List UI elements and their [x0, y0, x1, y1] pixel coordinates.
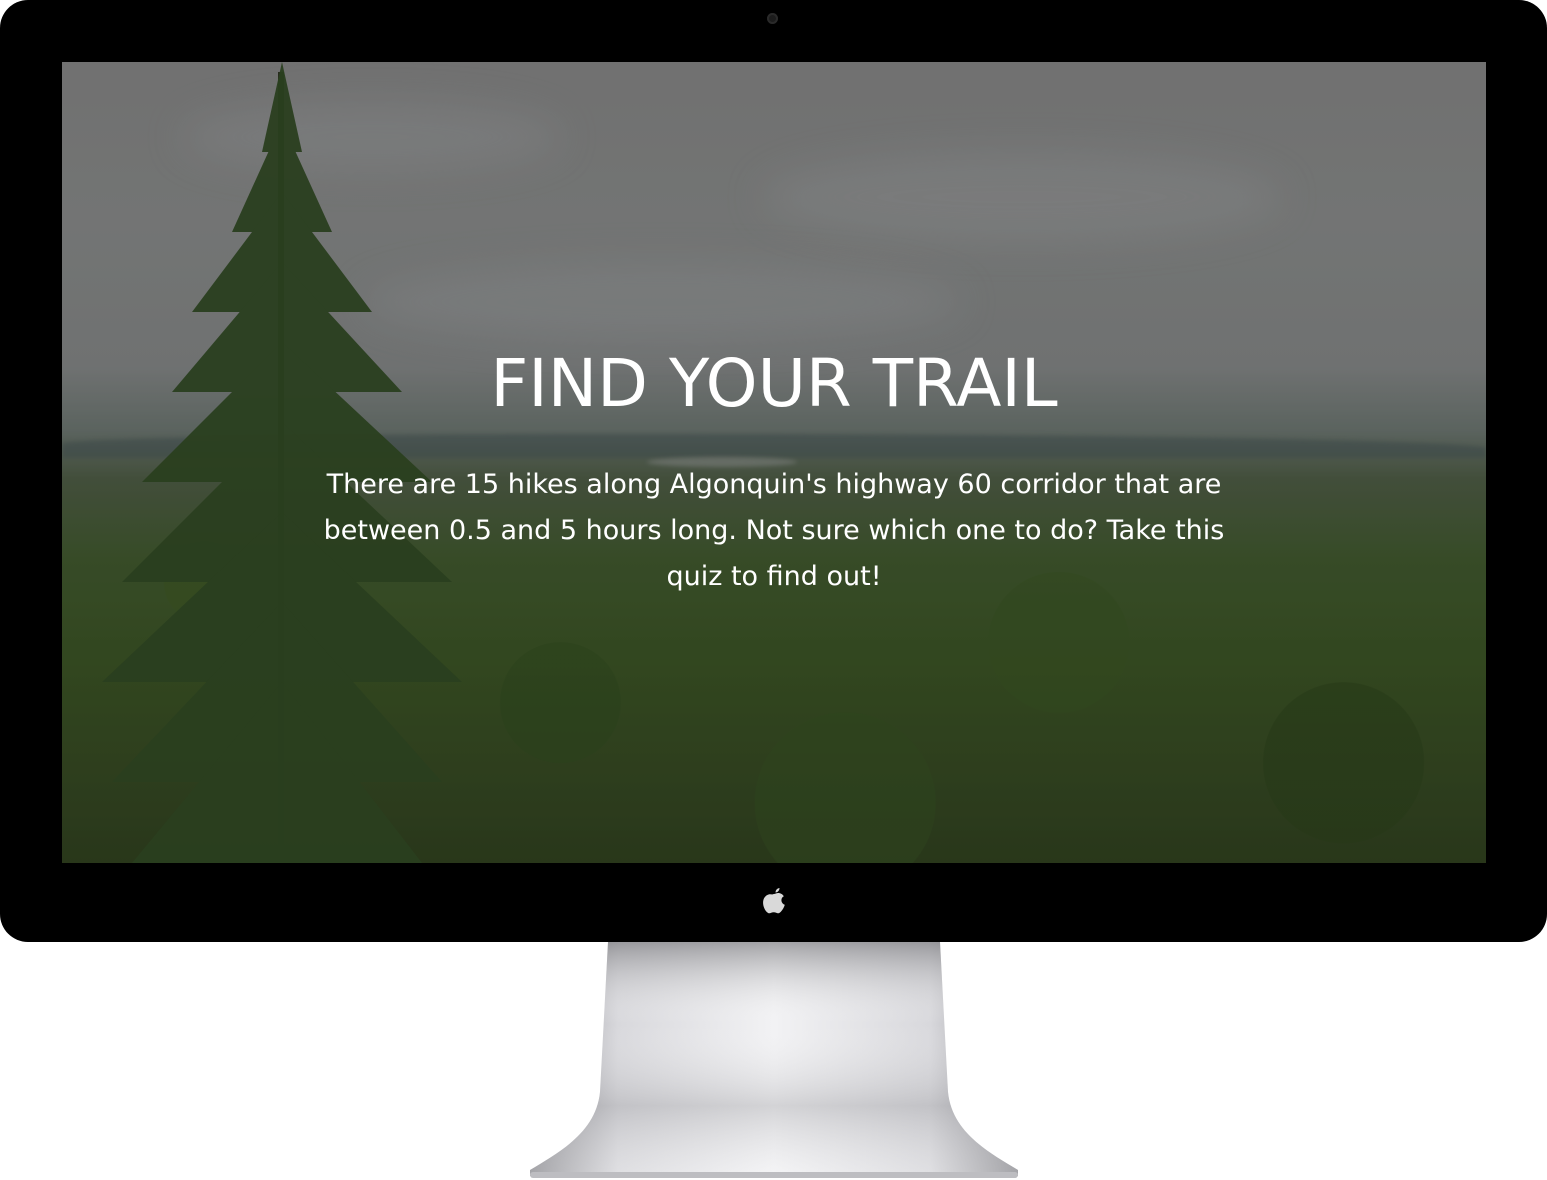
hero-description: There are 15 hikes along Algonquin's hig… — [323, 469, 1225, 592]
camera-icon — [767, 13, 778, 24]
screen: FIND YOUR TRAIL There are 15 hikes along… — [62, 62, 1486, 863]
device-mockup: FIND YOUR TRAIL There are 15 hikes along… — [0, 0, 1547, 1180]
hero-section: FIND YOUR TRAIL There are 15 hikes along… — [62, 62, 1486, 863]
apple-logo-icon — [763, 888, 785, 914]
page-title: FIND YOUR TRAIL — [490, 345, 1058, 422]
monitor-stand — [530, 942, 1018, 1178]
monitor-bezel: FIND YOUR TRAIL There are 15 hikes along… — [0, 0, 1547, 942]
